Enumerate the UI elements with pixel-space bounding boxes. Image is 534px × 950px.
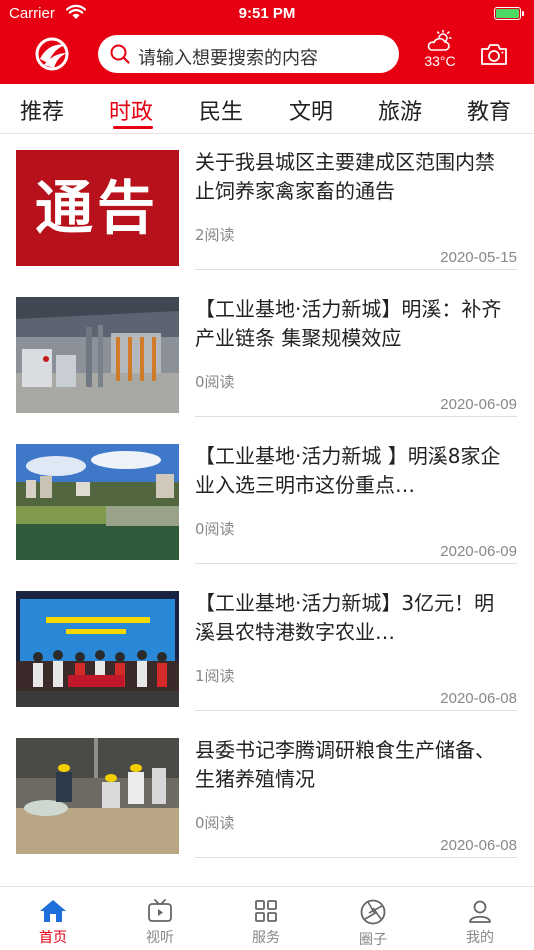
read-count: 0阅读 [195,373,235,391]
read-count: 1阅读 [195,667,235,685]
tab-civilization[interactable]: 文明 [289,94,333,126]
news-item[interactable]: 【工业基地·活力新城 】明溪8家企业入选三明市这份重点… 0阅读 2020-06… [0,428,534,575]
app-header: Carrier 9:51 PM 请输入想要搜索的内容 33°C [0,0,534,84]
temperature: 33°C [424,53,456,69]
news-thumbnail [16,297,179,413]
read-count: 0阅读 [195,814,235,832]
nav-home-label: 首页 [39,930,67,946]
search-bar[interactable]: 请输入想要搜索的内容 [98,35,399,73]
divider [195,710,517,711]
divider [195,416,517,417]
nav-home[interactable]: 首页 [23,899,83,947]
nav-profile[interactable]: 我的 [450,899,510,947]
news-title: 关于我县城区主要建成区范围内禁止饲养家禽家畜的通告 [195,150,495,203]
tab-recommend[interactable]: 推荐 [20,94,64,126]
bottom-navigation: 首页 视听 服务 圈子 我的 [0,886,534,950]
category-tabs: 推荐 时政 民生 文明 旅游 教育 [0,84,534,134]
news-thumbnail [16,738,179,854]
active-tab-indicator [113,126,153,129]
news-date: 2020-05-15 [440,249,517,266]
nav-circle[interactable]: 圈子 [343,899,403,949]
read-count: 0阅读 [195,520,235,538]
divider [195,563,517,564]
search-icon [110,44,130,64]
news-date: 2020-06-09 [440,396,517,413]
status-bar: Carrier 9:51 PM [0,0,534,28]
tab-tourism[interactable]: 旅游 [378,94,422,126]
battery-icon [494,7,524,20]
divider [195,857,517,858]
tab-livelihood[interactable]: 民生 [199,94,243,126]
nav-circle-label: 圈子 [359,932,387,948]
news-item[interactable]: 县委书记李腾调研粮食生产储备、生猪养殖情况 0阅读 2020-06-08 [0,722,534,869]
news-title: 【工业基地·活力新城】明溪：补齐产业链条 集聚规模效应 [195,297,502,350]
news-thumbnail [16,591,179,707]
divider [195,269,517,270]
news-item[interactable]: 【工业基地·活力新城】明溪：补齐产业链条 集聚规模效应 0阅读 2020-06-… [0,281,534,428]
tab-politics[interactable]: 时政 [109,94,153,126]
tv-icon [148,899,172,922]
read-count: 2阅读 [195,226,235,244]
news-thumbnail [16,444,179,560]
camera-icon[interactable] [480,42,508,66]
news-title: 【工业基地·活力新城 】明溪8家企业入选三明市这份重点… [195,444,501,497]
weather-widget[interactable]: 33°C [418,30,462,76]
news-date: 2020-06-09 [440,543,517,560]
nav-services[interactable]: 服务 [236,899,296,947]
notice-image-text: 通告 [35,174,159,242]
aperture-icon [360,899,386,925]
nav-media-label: 视听 [146,930,174,946]
news-item[interactable]: 通告 关于我县城区主要建成区范围内禁止饲养家禽家畜的通告 2阅读 2020-05… [0,134,534,281]
news-title: 县委书记李腾调研粮食生产储备、生猪养殖情况 [195,738,495,791]
weather-cloud-sun-icon [427,30,452,51]
news-title: 【工业基地·活力新城】3亿元！明溪县农特港数字农业… [195,591,495,644]
home-icon [40,900,66,922]
news-item[interactable]: 【工业基地·活力新城】3亿元！明溪县农特港数字农业… 1阅读 2020-06-0… [0,575,534,722]
news-thumbnail: 通告 [16,150,179,266]
app-logo-icon[interactable] [34,37,70,71]
status-time: 9:51 PM [238,5,296,22]
nav-media[interactable]: 视听 [130,899,190,947]
news-date: 2020-06-08 [440,837,517,854]
news-date: 2020-06-08 [440,690,517,707]
nav-services-label: 服务 [252,930,280,946]
tab-education[interactable]: 教育 [467,94,511,126]
search-placeholder: 请输入想要搜索的内容 [138,48,318,69]
grid-icon [255,900,277,922]
user-icon [469,900,491,923]
nav-profile-label: 我的 [466,930,494,946]
